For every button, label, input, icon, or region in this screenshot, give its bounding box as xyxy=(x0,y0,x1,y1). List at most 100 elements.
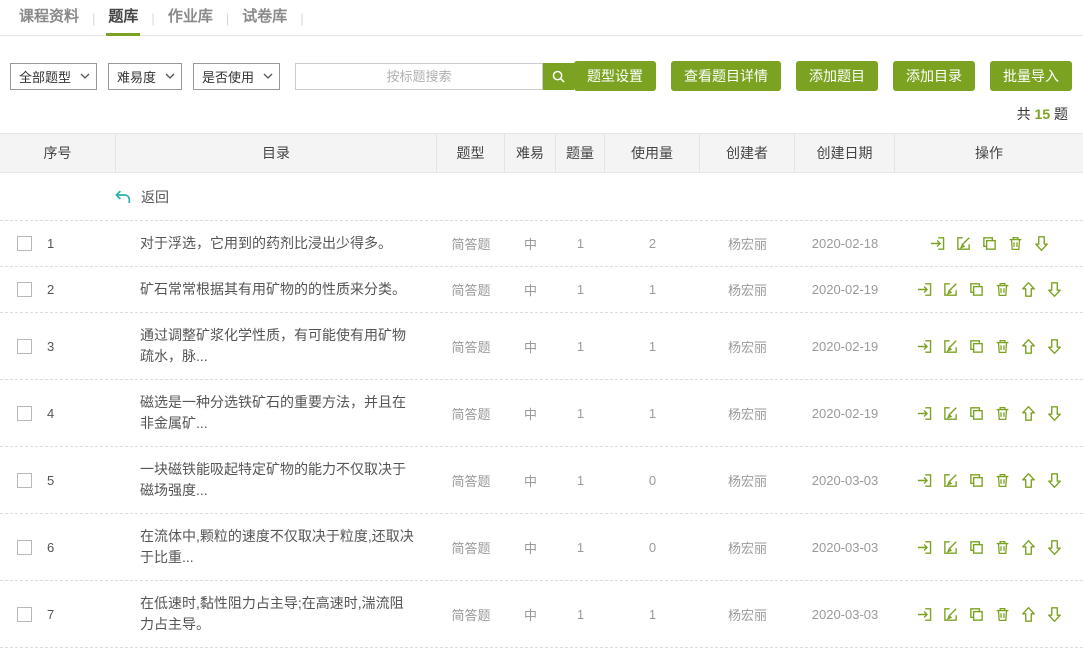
edit-icon[interactable] xyxy=(942,472,959,489)
copy-icon[interactable] xyxy=(968,405,985,422)
edit-icon[interactable] xyxy=(942,539,959,556)
up-icon[interactable] xyxy=(1020,405,1037,422)
action-buttons: 题型设置 查看题目详情 添加题目 添加目录 批量导入 xyxy=(574,61,1072,91)
edit-icon[interactable] xyxy=(942,281,959,298)
delete-icon[interactable] xyxy=(994,405,1011,422)
tab-exam-bank[interactable]: 试卷库 xyxy=(229,0,300,35)
copy-icon[interactable] xyxy=(968,472,985,489)
question-title[interactable]: 在低速时,黏性阻力占主导;在高速时,湍流阻力占主导。 xyxy=(116,593,437,635)
tab-homework-bank[interactable]: 作业库 xyxy=(155,0,226,35)
down-icon[interactable] xyxy=(1046,281,1063,298)
down-icon[interactable] xyxy=(1046,338,1063,355)
down-icon[interactable] xyxy=(1046,472,1063,489)
question-count: 1 xyxy=(556,282,605,297)
row-checkbox[interactable] xyxy=(17,282,32,297)
search-icon xyxy=(551,69,566,84)
question-difficulty: 中 xyxy=(505,280,556,299)
copy-icon[interactable] xyxy=(968,539,985,556)
down-icon[interactable] xyxy=(1033,235,1050,252)
view-question-details-button[interactable]: 查看题目详情 xyxy=(671,61,781,91)
header-directory: 目录 xyxy=(116,134,437,172)
question-difficulty: 中 xyxy=(505,605,556,624)
question-title[interactable]: 磁选是一种分选铁矿石的重要方法，并且在非金属矿... xyxy=(116,392,437,434)
row-checkbox[interactable] xyxy=(17,473,32,488)
usage-select[interactable]: 是否使用 xyxy=(193,63,280,90)
edit-icon[interactable] xyxy=(955,235,972,252)
up-icon[interactable] xyxy=(1020,472,1037,489)
question-usage: 1 xyxy=(605,339,700,354)
total-count: 共 15 题 xyxy=(0,91,1083,124)
table-row: 1 对于浮选，它用到的药剂比浸出少得多。 简答题 中 1 2 杨宏丽 2020-… xyxy=(0,221,1083,267)
delete-icon[interactable] xyxy=(994,281,1011,298)
question-count: 1 xyxy=(556,236,605,251)
move-icon[interactable] xyxy=(916,281,933,298)
creator-name: 杨宏丽 xyxy=(700,471,795,490)
add-question-button[interactable]: 添加题目 xyxy=(796,61,878,91)
copy-icon[interactable] xyxy=(968,338,985,355)
up-icon[interactable] xyxy=(1020,606,1037,623)
row-checkbox[interactable] xyxy=(17,607,32,622)
up-icon[interactable] xyxy=(1020,338,1037,355)
creator-name: 杨宏丽 xyxy=(700,538,795,557)
delete-icon[interactable] xyxy=(994,472,1011,489)
move-icon[interactable] xyxy=(929,235,946,252)
copy-icon[interactable] xyxy=(968,281,985,298)
row-checkbox[interactable] xyxy=(17,339,32,354)
back-link[interactable]: 返回 xyxy=(141,187,169,207)
table-row: 6 在流体中,颗粒的速度不仅取决于粒度,还取决于比重... 简答题 中 1 0 … xyxy=(0,514,1083,581)
up-icon[interactable] xyxy=(1020,539,1037,556)
question-title[interactable]: 通过调整矿浆化学性质，有可能使有用矿物疏水，脉... xyxy=(116,325,437,367)
row-index-cell: 3 xyxy=(0,339,116,354)
chevron-down-icon xyxy=(165,73,175,79)
question-title[interactable]: 在流体中,颗粒的速度不仅取决于粒度,还取决于比重... xyxy=(116,526,437,568)
delete-icon[interactable] xyxy=(994,606,1011,623)
question-type-settings-button[interactable]: 题型设置 xyxy=(574,61,656,91)
row-checkbox[interactable] xyxy=(17,406,32,421)
row-index-cell: 2 xyxy=(0,282,116,297)
delete-icon[interactable] xyxy=(1007,235,1024,252)
copy-icon[interactable] xyxy=(968,606,985,623)
move-icon[interactable] xyxy=(916,338,933,355)
down-icon[interactable] xyxy=(1046,606,1063,623)
filter-toolbar: 全部题型 难易度 是否使用 题型设置 xyxy=(10,61,1069,91)
edit-icon[interactable] xyxy=(942,606,959,623)
tab-question-bank[interactable]: 题库 xyxy=(95,0,151,35)
move-icon[interactable] xyxy=(916,405,933,422)
question-usage: 0 xyxy=(605,540,700,555)
question-count: 1 xyxy=(556,406,605,421)
down-icon[interactable] xyxy=(1046,405,1063,422)
difficulty-select[interactable]: 难易度 xyxy=(108,63,182,90)
delete-icon[interactable] xyxy=(994,338,1011,355)
add-directory-button[interactable]: 添加目录 xyxy=(893,61,975,91)
tab-course-materials[interactable]: 课程资料 xyxy=(6,0,92,35)
creator-name: 杨宏丽 xyxy=(700,337,795,356)
up-icon[interactable] xyxy=(1020,281,1037,298)
question-title[interactable]: 矿石常常根据其有用矿物的的性质来分类。 xyxy=(116,279,437,300)
total-count-suffix: 题 xyxy=(1050,106,1068,122)
move-icon[interactable] xyxy=(916,472,933,489)
delete-icon[interactable] xyxy=(994,539,1011,556)
move-icon[interactable] xyxy=(916,539,933,556)
edit-icon[interactable] xyxy=(942,338,959,355)
batch-import-button[interactable]: 批量导入 xyxy=(990,61,1072,91)
down-icon[interactable] xyxy=(1046,539,1063,556)
question-type: 简答题 xyxy=(437,404,505,423)
table-row: 4 磁选是一种分选铁矿石的重要方法，并且在非金属矿... 简答题 中 1 1 杨… xyxy=(0,380,1083,447)
search-input[interactable] xyxy=(295,63,543,90)
row-checkbox[interactable] xyxy=(17,540,32,555)
question-usage: 0 xyxy=(605,473,700,488)
question-type-select[interactable]: 全部题型 xyxy=(10,63,97,90)
row-number: 5 xyxy=(47,473,54,488)
row-operations xyxy=(895,281,1083,298)
move-icon[interactable] xyxy=(916,606,933,623)
question-usage: 1 xyxy=(605,406,700,421)
return-arrow-icon[interactable] xyxy=(114,188,132,206)
copy-icon[interactable] xyxy=(981,235,998,252)
question-difficulty: 中 xyxy=(505,471,556,490)
create-date: 2020-03-03 xyxy=(795,473,895,488)
question-title[interactable]: 对于浮选，它用到的药剂比浸出少得多。 xyxy=(116,233,437,254)
edit-icon[interactable] xyxy=(942,405,959,422)
search-button[interactable] xyxy=(543,63,574,90)
question-title[interactable]: 一块磁铁能吸起特定矿物的能力不仅取决于磁场强度... xyxy=(116,459,437,501)
row-checkbox[interactable] xyxy=(17,236,32,251)
